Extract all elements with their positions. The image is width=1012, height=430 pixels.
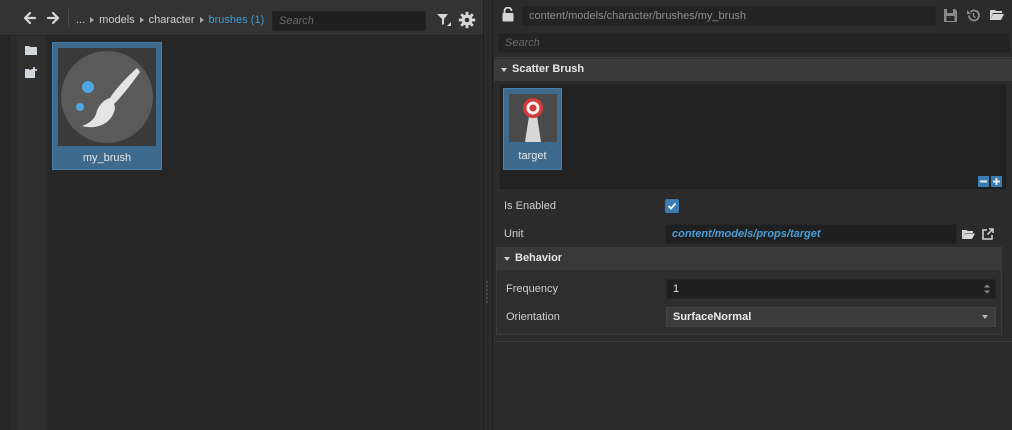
behavior-section-header[interactable]: Behavior bbox=[497, 248, 1001, 270]
unit-tile-target[interactable]: target bbox=[503, 88, 562, 170]
is-enabled-checkbox[interactable] bbox=[665, 199, 679, 213]
frequency-label: Frequency bbox=[506, 283, 558, 295]
asset-browser-toolbar: ... models character brushes (1) Search bbox=[0, 0, 483, 36]
external-link-icon[interactable] bbox=[982, 228, 994, 240]
asset-tile-label: my_brush bbox=[82, 152, 132, 164]
scatter-unit-list: target bbox=[500, 85, 1006, 189]
folder-icon[interactable] bbox=[25, 45, 37, 55]
breadcrumb-item-character[interactable]: character bbox=[149, 14, 195, 26]
breadcrumb-separator-icon bbox=[139, 17, 144, 24]
asset-path-field[interactable]: content/models/character/brushes/my_brus… bbox=[522, 6, 936, 26]
splitter-grip-icon[interactable] bbox=[486, 280, 488, 304]
unit-label: Unit bbox=[504, 228, 524, 240]
unit-tile-label: target bbox=[518, 150, 547, 162]
back-arrow-icon[interactable] bbox=[22, 10, 38, 26]
breadcrumb-separator-icon bbox=[90, 17, 95, 24]
breadcrumb-ellipsis[interactable]: ... bbox=[76, 14, 85, 26]
scatter-brush-section-header[interactable]: Scatter Brush bbox=[494, 59, 1012, 81]
asset-search-placeholder: Search bbox=[279, 15, 314, 27]
collapse-triangle-icon[interactable] bbox=[504, 257, 510, 261]
revert-icon[interactable] bbox=[966, 8, 981, 23]
lock-icon[interactable] bbox=[502, 6, 514, 22]
remove-icon[interactable] bbox=[978, 176, 989, 187]
orientation-value: SurfaceNormal bbox=[673, 311, 752, 323]
toolbar-divider bbox=[68, 9, 69, 27]
asset-tile-my-brush[interactable]: my_brush bbox=[52, 42, 162, 170]
add-folder-icon[interactable] bbox=[25, 67, 38, 79]
collapse-triangle-icon[interactable] bbox=[501, 68, 507, 72]
divider bbox=[494, 341, 1012, 342]
asset-search-input[interactable]: Search bbox=[272, 11, 426, 31]
asset-browser-panel: ... models character brushes (1) Search bbox=[0, 0, 483, 430]
breadcrumb-item-brushes[interactable]: brushes (1) bbox=[209, 14, 265, 26]
divider bbox=[494, 57, 1012, 58]
breadcrumb: ... models character brushes (1) bbox=[76, 14, 264, 26]
orientation-label: Orientation bbox=[506, 311, 560, 323]
chevron-down-icon bbox=[982, 315, 988, 319]
behavior-section: Behavior Frequency 1 Orientation Surface… bbox=[496, 247, 1002, 335]
asset-grid: my_brush bbox=[47, 37, 480, 430]
breadcrumb-separator-icon bbox=[199, 17, 204, 24]
behavior-title: Behavior bbox=[515, 252, 563, 264]
frequency-spinbox[interactable]: 1 bbox=[666, 279, 996, 299]
unit-thumbnail bbox=[509, 94, 557, 142]
frequency-value: 1 bbox=[673, 283, 680, 295]
add-icon[interactable] bbox=[991, 176, 1002, 187]
breadcrumb-item-models[interactable]: models bbox=[99, 14, 134, 26]
checkmark-icon bbox=[667, 202, 677, 210]
gear-icon[interactable] bbox=[458, 11, 476, 29]
property-editor-panel: content/models/character/brushes/my_brus… bbox=[494, 0, 1012, 430]
property-search-placeholder: Search bbox=[505, 37, 540, 49]
folder-actions-strip bbox=[17, 37, 45, 430]
forward-arrow-icon[interactable] bbox=[45, 10, 61, 26]
brush-icon bbox=[61, 51, 153, 143]
asset-thumbnail bbox=[58, 48, 156, 146]
browse-folder-icon[interactable] bbox=[962, 229, 975, 240]
property-search-input[interactable]: Search bbox=[498, 33, 1010, 53]
pane-splitter[interactable] bbox=[483, 0, 493, 430]
open-folder-icon[interactable] bbox=[990, 9, 1004, 21]
filter-icon[interactable] bbox=[436, 12, 452, 28]
spin-arrows-icon[interactable] bbox=[984, 283, 990, 295]
scatter-brush-title: Scatter Brush bbox=[512, 63, 585, 75]
save-icon[interactable] bbox=[943, 8, 958, 23]
left-collapsed-sidebar bbox=[0, 37, 10, 430]
orientation-dropdown[interactable]: SurfaceNormal bbox=[666, 307, 996, 327]
unit-path-field[interactable]: content/models/props/target bbox=[665, 224, 957, 244]
target-icon bbox=[509, 94, 557, 142]
is-enabled-label: Is Enabled bbox=[504, 200, 556, 212]
